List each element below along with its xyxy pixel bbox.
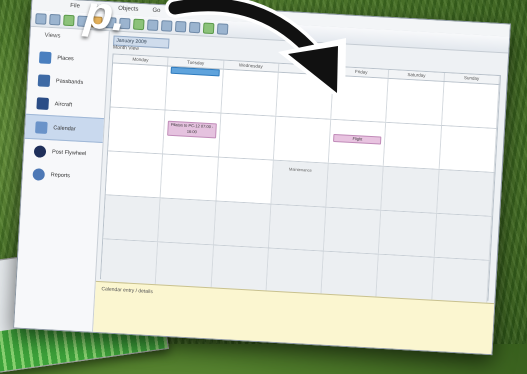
curved-arrow-icon xyxy=(165,0,346,104)
arrow-overlay: p. xyxy=(0,0,527,344)
